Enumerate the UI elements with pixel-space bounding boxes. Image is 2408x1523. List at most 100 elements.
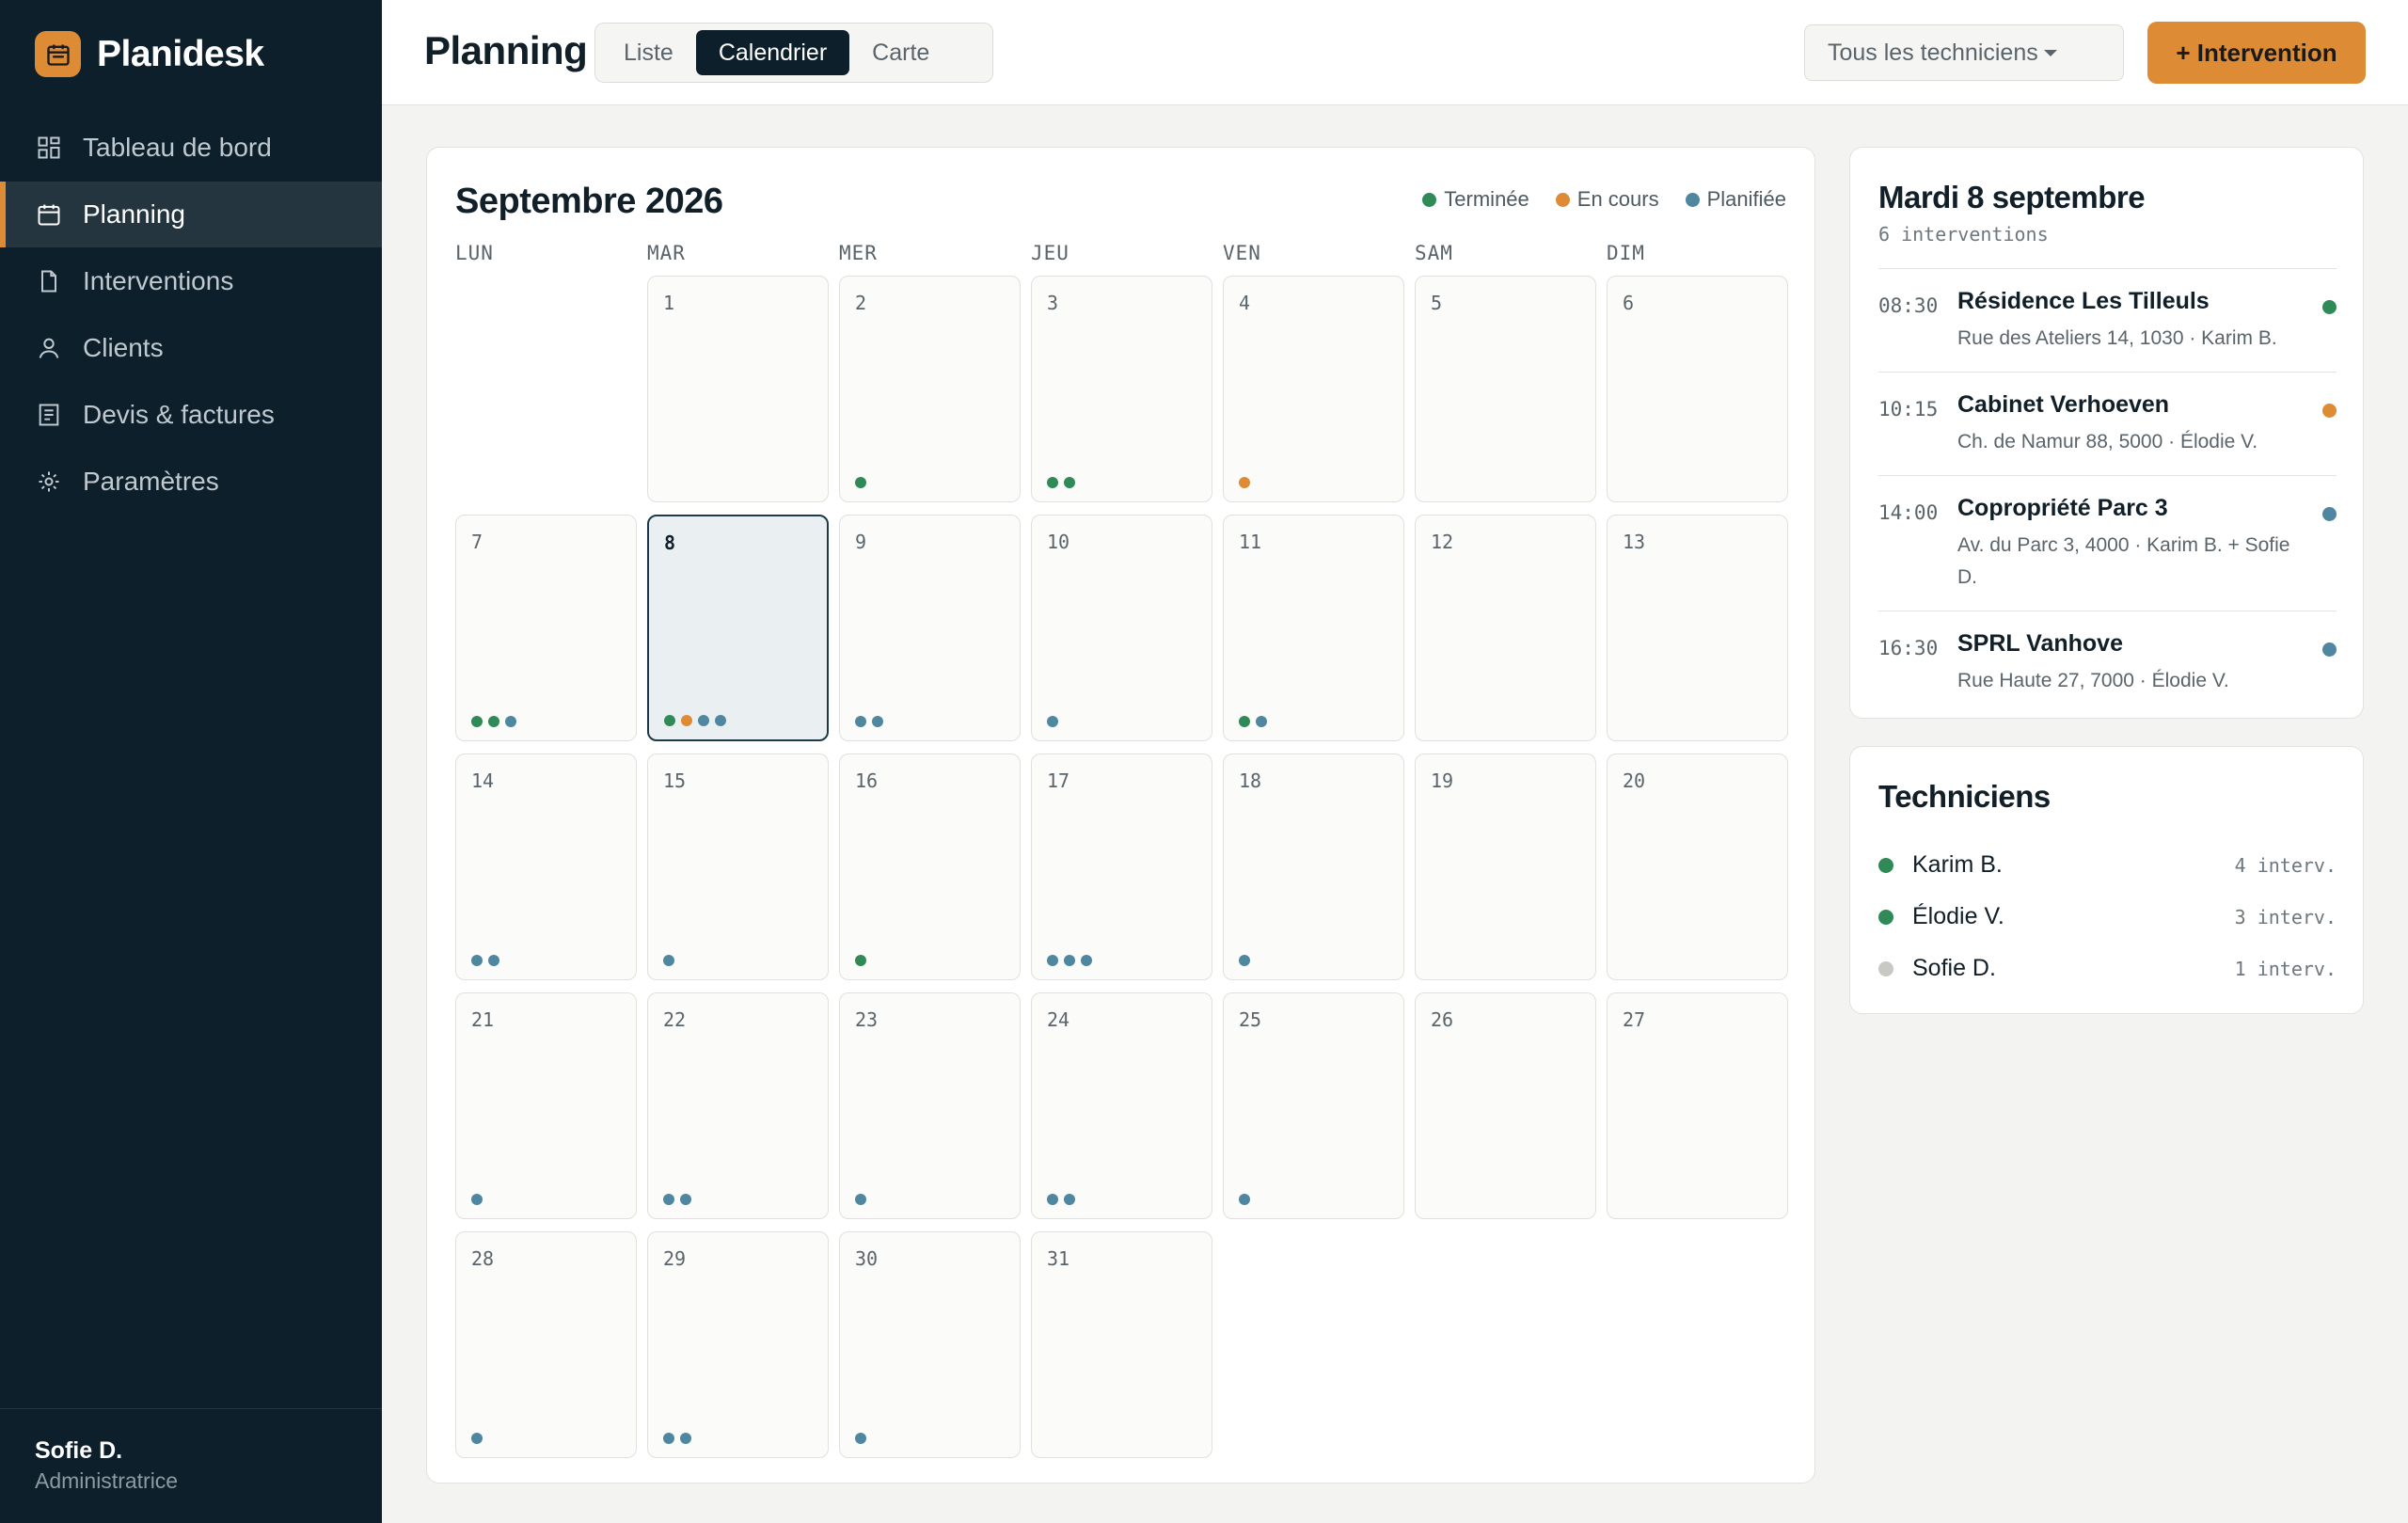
calendar-day[interactable]: 16 [839,754,1021,980]
current-user[interactable]: Sofie D. Administratrice [0,1408,382,1523]
intervention-dot-planned [680,1194,691,1205]
day-number: 7 [471,531,483,553]
day-detail-title: Mardi 8 septembre [1878,180,2146,214]
calendar-day[interactable]: 9 [839,515,1021,741]
view-tab-map[interactable]: Carte [849,30,952,75]
intervention-dots [471,1194,488,1205]
calendar-day[interactable]: 10 [1031,515,1212,741]
day-number: 11 [1239,531,1262,553]
intervention-dot-planned [471,1194,483,1205]
calendar-day[interactable]: 20 [1607,754,1788,980]
calendar-day[interactable]: 18 [1223,754,1404,980]
chevron-down-icon [2043,49,2057,56]
intervention-dots [471,1433,488,1444]
brand[interactable]: Planidesk [35,31,264,77]
view-switch: Liste Calendrier Carte [594,23,993,83]
day-number: 14 [471,769,495,792]
intervention-dot-planned [698,715,709,726]
view-tab-list[interactable]: Liste [601,30,696,75]
intervention-dot-planned [471,955,483,966]
calendar-day[interactable]: 5 [1415,276,1596,502]
intervention-dots [855,1194,872,1205]
intervention-dot-done [855,477,866,488]
technician-row[interactable]: Karim B. 4 interv. [1878,839,2337,891]
event-item[interactable]: 16:30 SPRL Vanhove Rue Haute 27, 7000 · Él… [1878,611,2337,714]
sidebar-item-clients[interactable]: Clients [0,315,382,381]
calendar-day[interactable]: 30 [839,1231,1021,1458]
day-number: 19 [1431,769,1454,792]
calendar-day[interactable]: 2 [839,276,1021,502]
sidebar: Planidesk Tableau de bord Planning Inter… [0,0,382,1523]
calendar-day[interactable]: 6 [1607,276,1788,502]
intervention-dots [663,1433,697,1444]
legend-item: Terminée [1422,187,1529,212]
event-item[interactable]: 14:00 Copropriété Parc 3 Av. du Parc 3, 40… [1878,475,2337,611]
technician-filter-dropdown[interactable]: Tous les techniciens [1804,24,2124,81]
calendar-day[interactable]: 24 [1031,992,1212,1219]
day-number: 5 [1431,292,1443,314]
calendar-day[interactable]: 15 [647,754,829,980]
intervention-dots [1239,477,1256,488]
event-item[interactable]: 08:30 Résidence Les Tilleuls Rue des Ateli… [1878,268,2337,372]
intervention-dot-done [488,716,499,727]
day-number: 26 [1431,1008,1454,1031]
calendar-day[interactable]: 26 [1415,992,1596,1219]
calendar-day[interactable]: 25 [1223,992,1404,1219]
intervention-dot-planned [1256,716,1267,727]
calendar-day[interactable]: 27 [1607,992,1788,1219]
calendar-day[interactable]: 11 [1223,515,1404,741]
calendar-day[interactable]: 22 [647,992,829,1219]
calendar-day[interactable]: 4 [1223,276,1404,502]
status-dot [1878,909,1893,925]
add-intervention-button[interactable]: + Intervention [2147,22,2366,84]
calendar-day[interactable]: 21 [455,992,637,1219]
calendar-day[interactable]: 13 [1607,515,1788,741]
day-event-list: 08:30 Résidence Les Tilleuls Rue des Ateli… [1878,268,2337,714]
dashboard-icon [35,134,63,162]
document-icon [35,267,63,295]
intervention-dot-planned [855,716,866,727]
event-title: Résidence Les Tilleuls [1957,288,2210,314]
calendar-day[interactable]: 3 [1031,276,1212,502]
day-number: 31 [1047,1247,1070,1270]
calendar-day[interactable]: 19 [1415,754,1596,980]
calendar-day[interactable]: 12 [1415,515,1596,741]
calendar-day[interactable]: 7 [455,515,637,741]
view-tab-calendar[interactable]: Calendrier [695,30,850,75]
calendar-month-title: Septembre 2026 [455,182,723,221]
intervention-dot-planned [715,715,726,726]
intervention-dot-planned [1047,716,1058,727]
status-dot [2322,404,2337,418]
status-legend: Terminée En cours Planifiée [1396,187,1786,212]
event-title: Cabinet Verhoeven [1957,391,2170,418]
event-time: 08:30 [1878,294,1939,317]
calendar-day[interactable]: 28 [455,1231,637,1458]
calendar-day[interactable]: 14 [455,754,637,980]
sidebar-item-dashboard[interactable]: Tableau de bord [0,115,382,181]
sidebar-item-label: Planning [83,199,185,229]
calendar-day[interactable]: 23 [839,992,1021,1219]
intervention-dot-done [1047,477,1058,488]
calendar-day[interactable]: 29 [647,1231,829,1458]
sidebar-item-interventions[interactable]: Interventions [0,248,382,314]
event-title: Copropriété Parc 3 [1957,495,2168,521]
sidebar-item-planning[interactable]: Planning [0,182,382,247]
calendar-day[interactable]: 31 [1031,1231,1212,1458]
event-item[interactable]: 10:15 Cabinet Verhoeven Ch. de Namur 88, 5… [1878,372,2337,475]
technician-filter-label: Tous les techniciens [1828,39,2038,66]
intervention-dot-planned [663,955,674,966]
day-number: 17 [1047,769,1070,792]
calendar-day[interactable]: 17 [1031,754,1212,980]
legend-label: Terminée [1444,187,1529,211]
calendar-day[interactable]: 1 [647,276,829,502]
sidebar-item-invoices[interactable]: Devis & factures [0,382,382,448]
sidebar-item-settings[interactable]: Paramètres [0,449,382,515]
sidebar-item-label: Clients [83,333,164,362]
user-role: Administratrice [35,1468,179,1493]
technician-row[interactable]: Élodie V. 3 interv. [1878,891,2337,943]
calendar-day-selected[interactable]: 8 [647,515,829,741]
technician-name: Karim B. [1912,851,2003,878]
event-time: 14:00 [1878,501,1939,524]
event-meta: Rue des Ateliers 14, 1030 · Karim B. [1957,327,2277,349]
technician-row[interactable]: Sofie D. 1 interv. [1878,943,2337,994]
